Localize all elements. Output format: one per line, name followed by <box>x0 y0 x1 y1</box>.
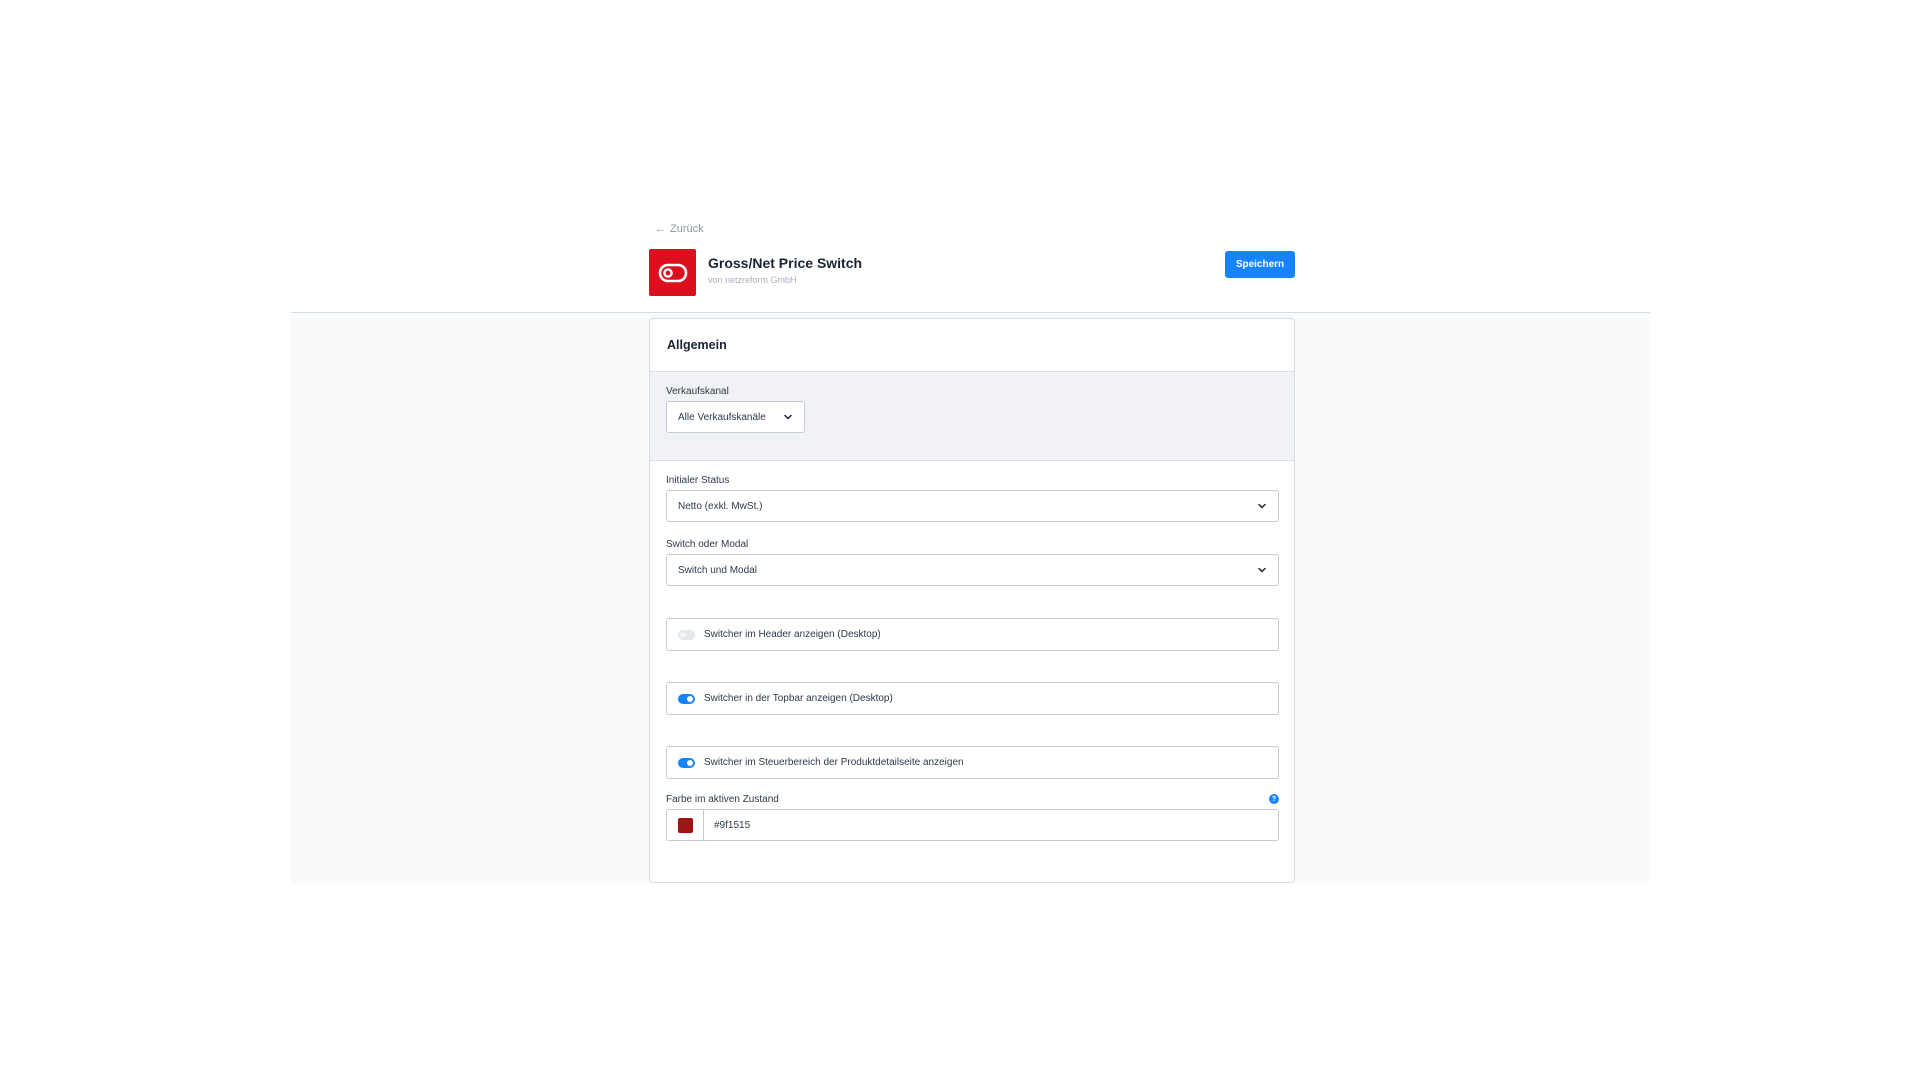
save-button[interactable]: Speichern <box>1225 251 1295 278</box>
active-color-input[interactable] <box>704 810 1278 840</box>
toggle-switch[interactable] <box>678 629 695 640</box>
toggle-product-detail-switcher[interactable]: Switcher im Steuerbereich der Produktdet… <box>666 746 1279 779</box>
arrow-left-icon: ← <box>655 222 666 235</box>
chevron-down-icon <box>1258 567 1266 573</box>
back-link-label: Zurück <box>670 223 704 235</box>
back-link[interactable]: ← Zurück <box>655 223 704 235</box>
toggle-header-switcher[interactable]: Switcher im Header anzeigen (Desktop) <box>666 618 1279 651</box>
card-title: Allgemein <box>650 319 1294 372</box>
toggle-label: Switcher in der Topbar anzeigen (Desktop… <box>704 693 893 704</box>
toggle-knob <box>687 695 693 702</box>
settings-card: Allgemein Verkaufskanal Alle Verkaufskan… <box>649 318 1295 883</box>
toggle-knob <box>687 759 693 766</box>
initial-status-select[interactable]: Netto (exkl. MwSt.) <box>666 490 1279 522</box>
color-swatch <box>677 817 693 833</box>
initial-status-label: Initialer Status <box>666 475 730 486</box>
toggle-knob <box>680 631 686 638</box>
toggle-label: Switcher im Header anzeigen (Desktop) <box>704 629 881 640</box>
active-color-label: Farbe im aktiven Zustand <box>666 794 779 805</box>
app-logo <box>649 249 696 296</box>
app-vendor: von netzreform GmbH <box>708 275 797 285</box>
color-picker-button[interactable] <box>667 810 704 840</box>
toggle-switch[interactable] <box>678 693 695 704</box>
switch-or-modal-value: Switch und Modal <box>678 564 757 576</box>
sales-channel-select[interactable]: Alle Verkaufskanäle <box>666 401 805 433</box>
toggle-switch-icon <box>658 263 687 282</box>
chevron-down-icon <box>784 414 792 420</box>
active-color-field <box>666 809 1279 841</box>
toggle-label: Switcher im Steuerbereich der Produktdet… <box>704 757 964 768</box>
switch-or-modal-select[interactable]: Switch und Modal <box>666 554 1279 586</box>
initial-status-value: Netto (exkl. MwSt.) <box>678 500 763 512</box>
app-root: ← Zurück Gross/Net Price Switch von netz… <box>291 0 1650 883</box>
sales-channel-section: Verkaufskanal Alle Verkaufskanäle <box>650 372 1294 461</box>
app-header: ← Zurück Gross/Net Price Switch von netz… <box>291 0 1650 313</box>
app-title: Gross/Net Price Switch <box>708 255 863 271</box>
help-circle-icon[interactable]: ? <box>1269 794 1279 804</box>
toggle-switch[interactable] <box>678 757 695 768</box>
toggle-topbar-switcher[interactable]: Switcher in der Topbar anzeigen (Desktop… <box>666 682 1279 715</box>
chevron-down-icon <box>1258 503 1266 509</box>
sales-channel-label: Verkaufskanal <box>666 386 729 397</box>
switch-or-modal-label: Switch oder Modal <box>666 539 749 550</box>
sales-channel-value: Alle Verkaufskanäle <box>678 411 766 423</box>
